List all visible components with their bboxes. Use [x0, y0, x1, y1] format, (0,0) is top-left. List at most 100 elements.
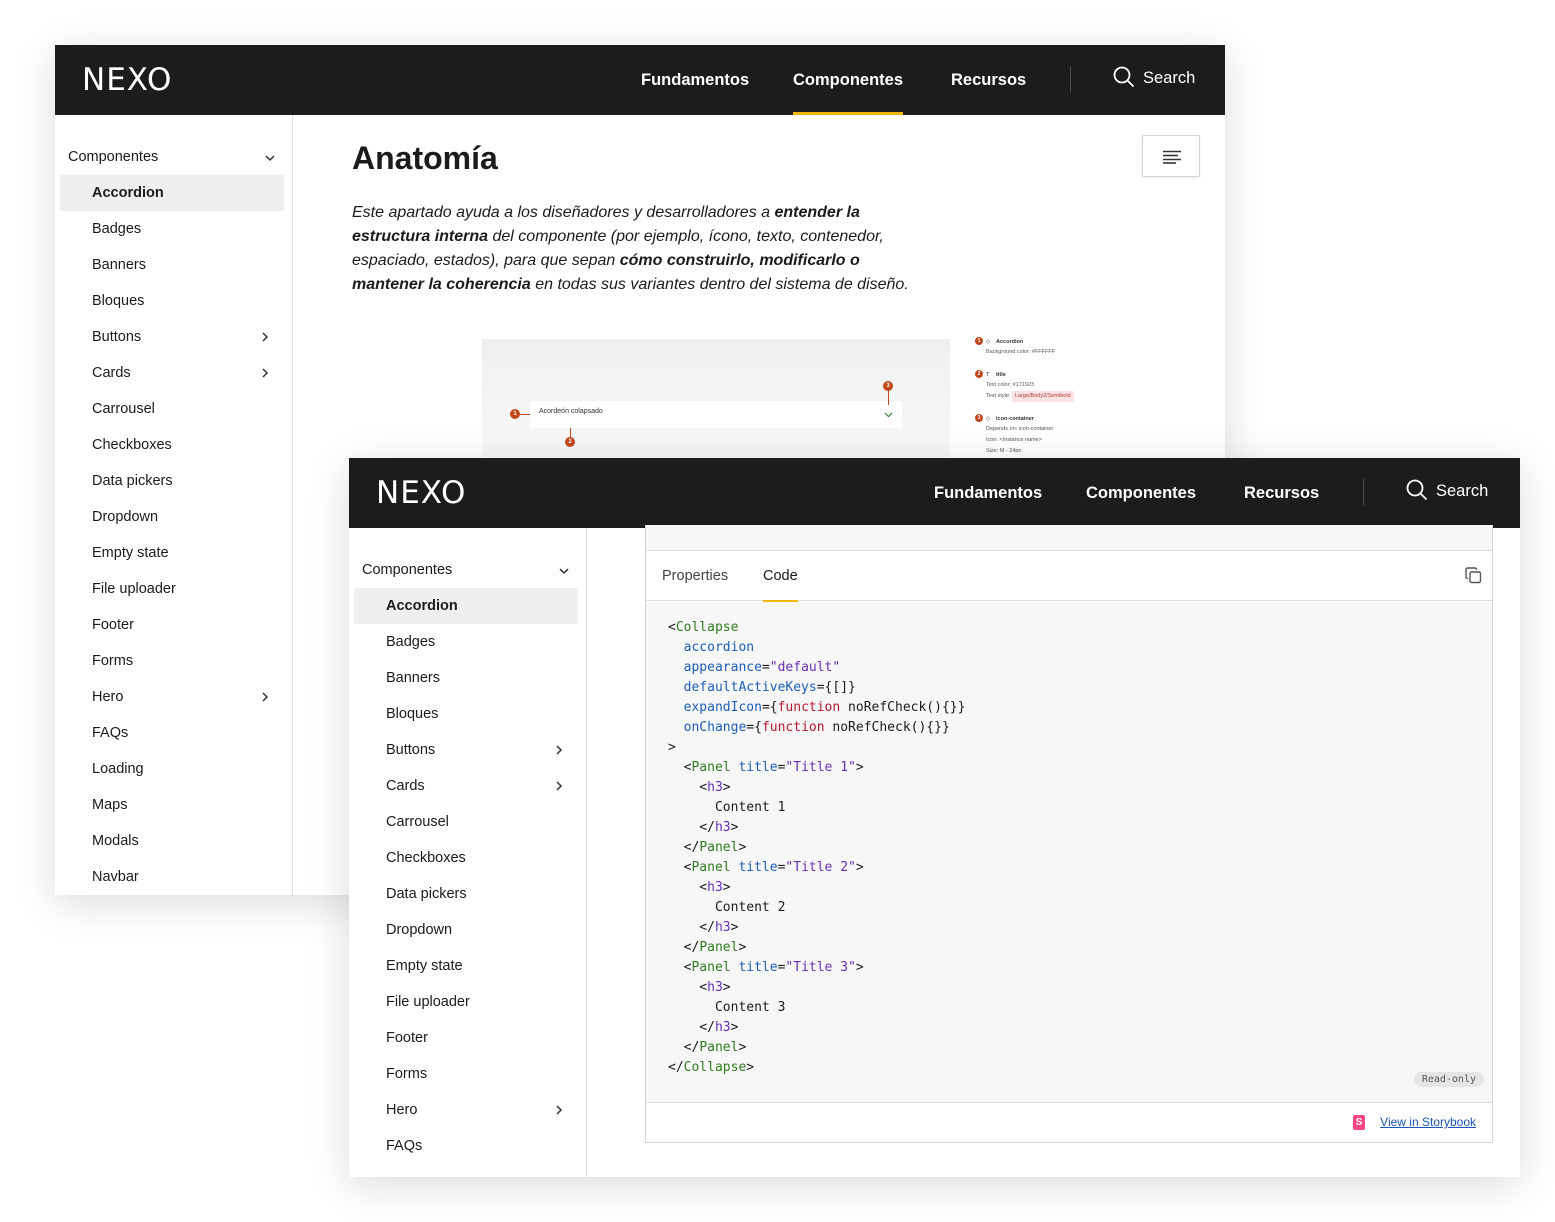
sidebar-item-dropdown[interactable]: Dropdown [354, 912, 578, 948]
sidebar-item-badges[interactable]: Badges [60, 211, 284, 247]
sidebar-item-faqs[interactable]: FAQs [60, 715, 284, 751]
sidebar-item-data-pickers[interactable]: Data pickers [354, 876, 578, 912]
code-line: Content 3 [668, 998, 965, 1018]
sidebar-item-banners[interactable]: Banners [60, 247, 284, 283]
code-token: < [668, 860, 692, 875]
code-token: > [746, 1060, 755, 1075]
sidebar-item-label: Empty state [92, 545, 169, 561]
code-line: defaultActiveKeys={[]} [668, 678, 965, 698]
code-line: <Collapse [668, 618, 965, 638]
sidebar-item-label: Accordion [92, 185, 164, 201]
sidebar-item-checkboxes[interactable]: Checkboxes [354, 840, 578, 876]
code-block[interactable]: <Collapse accordion appearance="default"… [646, 602, 1492, 1102]
nav-recursos[interactable]: Recursos [1244, 458, 1319, 528]
nexo-logo[interactable]: NEXO [82, 62, 172, 98]
code-line: <Panel title="Title 3"> [668, 958, 965, 978]
code-panel: Properties Code <Collapse accordion appe… [645, 525, 1493, 1143]
code-token: > [722, 880, 731, 895]
sidebar-item-empty-state[interactable]: Empty state [354, 948, 578, 984]
sidebar-item-buttons[interactable]: Buttons [60, 319, 284, 355]
nav-componentes[interactable]: Componentes [793, 45, 904, 115]
sidebar-item-cards[interactable]: Cards [60, 355, 284, 391]
sidebar-item-loading[interactable]: Loading [60, 751, 284, 787]
sidebar-item-label: Bloques [92, 293, 145, 309]
sidebar-list: Accordion Badges Banners Bloques Buttons Card… [354, 588, 578, 1164]
legend-line: Depends on: icon-container [986, 426, 1054, 432]
sidebar-item-label: Accordion [386, 598, 458, 614]
code-line: </Panel> [668, 838, 965, 858]
tab-code[interactable]: Code [763, 551, 798, 602]
nexo-logo[interactable]: NEXO [376, 475, 466, 511]
code-token: title [738, 760, 778, 775]
tab-properties[interactable]: Properties [662, 551, 728, 601]
sidebar-item-footer[interactable]: Footer [354, 1020, 578, 1056]
legend-line: Size: M - 24px [986, 448, 1022, 454]
nav-recursos[interactable]: Recursos [951, 45, 1026, 115]
legend-marker: 3 [975, 414, 983, 422]
sidebar-item-bloques[interactable]: Bloques [354, 696, 578, 732]
sidebar-item-label: Forms [92, 653, 134, 669]
sidebar-item-checkboxes[interactable]: Checkboxes [60, 427, 284, 463]
sidebar-item-forms[interactable]: Forms [354, 1056, 578, 1092]
view-in-storybook-link[interactable]: View in Storybook [1380, 1115, 1476, 1129]
code-line: Content 1 [668, 798, 965, 818]
copy-icon[interactable] [1465, 567, 1482, 584]
sidebar-section-header[interactable]: Componentes [68, 149, 276, 165]
sidebar-item-file-uploader[interactable]: File uploader [60, 571, 284, 607]
intro-paragraph: Este apartado ayuda a los diseñadores y … [352, 201, 912, 297]
sidebar-item-carrousel[interactable]: Carrousel [60, 391, 284, 427]
sidebar-item-hero[interactable]: Hero [60, 679, 284, 715]
sidebar-item-label: Maps [92, 797, 128, 813]
sidebar-item-bloques[interactable]: Bloques [60, 283, 284, 319]
sidebar-item-cards[interactable]: Cards [354, 768, 578, 804]
nav-componentes[interactable]: Componentes [1086, 458, 1197, 528]
sidebar-item-label: Badges [92, 221, 142, 237]
sidebar-item-hero[interactable]: Hero [354, 1092, 578, 1128]
sidebar-item-buttons[interactable]: Buttons [354, 732, 578, 768]
sidebar-item-label: Buttons [92, 329, 142, 345]
sidebar-item-badges[interactable]: Badges [354, 624, 578, 660]
sidebar-item-label: Buttons [386, 742, 436, 758]
code-token: = [761, 660, 770, 675]
sidebar-item-dropdown[interactable]: Dropdown [60, 499, 284, 535]
code-line: <h3> [668, 878, 965, 898]
sidebar-item-label: Navbar [92, 869, 139, 885]
sidebar-item-accordion[interactable]: Accordion [354, 588, 578, 624]
sidebar-item-label: Badges [386, 634, 436, 650]
sidebar-item-carrousel[interactable]: Carrousel [354, 804, 578, 840]
diamond-icon: ◇ [986, 339, 991, 345]
table-of-contents-button[interactable] [1142, 135, 1200, 177]
search-icon [1406, 479, 1427, 500]
anatomy-marker-2: 2 [565, 437, 575, 447]
nav-fundamentos[interactable]: Fundamentos [641, 45, 749, 115]
sidebar-item-empty-state[interactable]: Empty state [60, 535, 284, 571]
sidebar-item-faqs[interactable]: FAQs [354, 1128, 578, 1164]
sidebar-item-forms[interactable]: Forms [60, 643, 284, 679]
sidebar-item-data-pickers[interactable]: Data pickers [60, 463, 284, 499]
sidebar-item-maps[interactable]: Maps [60, 787, 284, 823]
sidebar-item-modals[interactable]: Modals [60, 823, 284, 859]
table-of-contents-icon [1163, 150, 1181, 164]
sidebar-item-label: Carrousel [92, 401, 155, 417]
sidebar-item-accordion[interactable]: Accordion [60, 175, 284, 211]
code-token: < [668, 980, 708, 995]
code-token: < [668, 760, 692, 775]
code-token: function [777, 700, 841, 715]
sidebar-item-navbar[interactable]: Navbar [60, 859, 284, 895]
nav-fundamentos[interactable]: Fundamentos [934, 458, 1042, 528]
code-token: Content 3 [668, 1000, 786, 1015]
code-token: </ [668, 920, 715, 935]
sidebar-item-file-uploader[interactable]: File uploader [354, 984, 578, 1020]
code-token: Collapse [683, 1060, 747, 1075]
nav-divider [1070, 66, 1071, 92]
sidebar-item-label: File uploader [386, 994, 470, 1010]
sidebar-item-label: Banners [386, 670, 441, 686]
sidebar-section-header[interactable]: Componentes [362, 562, 570, 578]
sidebar-item-label: Dropdown [92, 509, 159, 525]
sidebar-item-banners[interactable]: Banners [354, 660, 578, 696]
sidebar-item-footer[interactable]: Footer [60, 607, 284, 643]
